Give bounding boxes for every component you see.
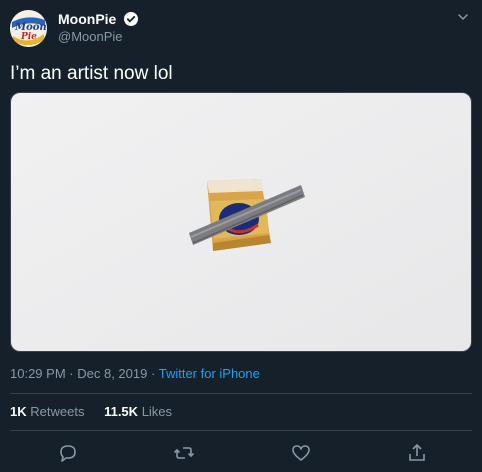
divider — [10, 430, 472, 431]
meta-separator: · — [150, 366, 156, 381]
meta-separator: · — [69, 366, 74, 381]
action-bar — [10, 438, 472, 468]
retweets-label: Retweets — [30, 404, 85, 419]
svg-text:Pie: Pie — [20, 32, 37, 42]
moonpie-logo-icon: Moon Pie — [10, 10, 47, 47]
share-icon[interactable] — [406, 442, 428, 464]
tweet-photo[interactable] — [10, 92, 472, 352]
divider — [10, 393, 472, 394]
display-name[interactable]: MoonPie — [58, 10, 116, 28]
tweet-header: Moon Pie MoonPie @MoonPie — [10, 8, 472, 48]
likes-count: 11.5K — [104, 404, 139, 419]
tweet-meta: 10:29 PM · Dec 8, 2019 · Twitter for iPh… — [10, 365, 260, 383]
engagement-stats: 1K Retweets 11.5K Likes — [10, 403, 188, 421]
likes-label: Likes — [141, 404, 173, 419]
likes-stat[interactable]: 11.5K Likes — [104, 403, 172, 421]
like-icon[interactable] — [290, 442, 312, 464]
author-names: MoonPie @MoonPie — [58, 10, 138, 46]
tweet-date[interactable]: Dec 8, 2019 — [77, 366, 147, 381]
moonpie-taped-to-wall-image — [11, 93, 471, 351]
tweet-source[interactable]: Twitter for iPhone — [159, 366, 260, 381]
chevron-down-icon[interactable] — [456, 10, 470, 24]
reply-icon[interactable] — [57, 442, 79, 464]
verified-badge-icon — [123, 12, 138, 26]
retweet-icon[interactable] — [173, 442, 195, 464]
retweets-count: 1K — [10, 404, 27, 419]
avatar[interactable]: Moon Pie — [10, 10, 47, 47]
retweets-stat[interactable]: 1K Retweets — [10, 403, 84, 421]
tweet-text: I’m an artist now lol — [10, 63, 173, 84]
handle[interactable]: @MoonPie — [58, 28, 138, 46]
tweet-time[interactable]: 10:29 PM — [10, 366, 66, 381]
